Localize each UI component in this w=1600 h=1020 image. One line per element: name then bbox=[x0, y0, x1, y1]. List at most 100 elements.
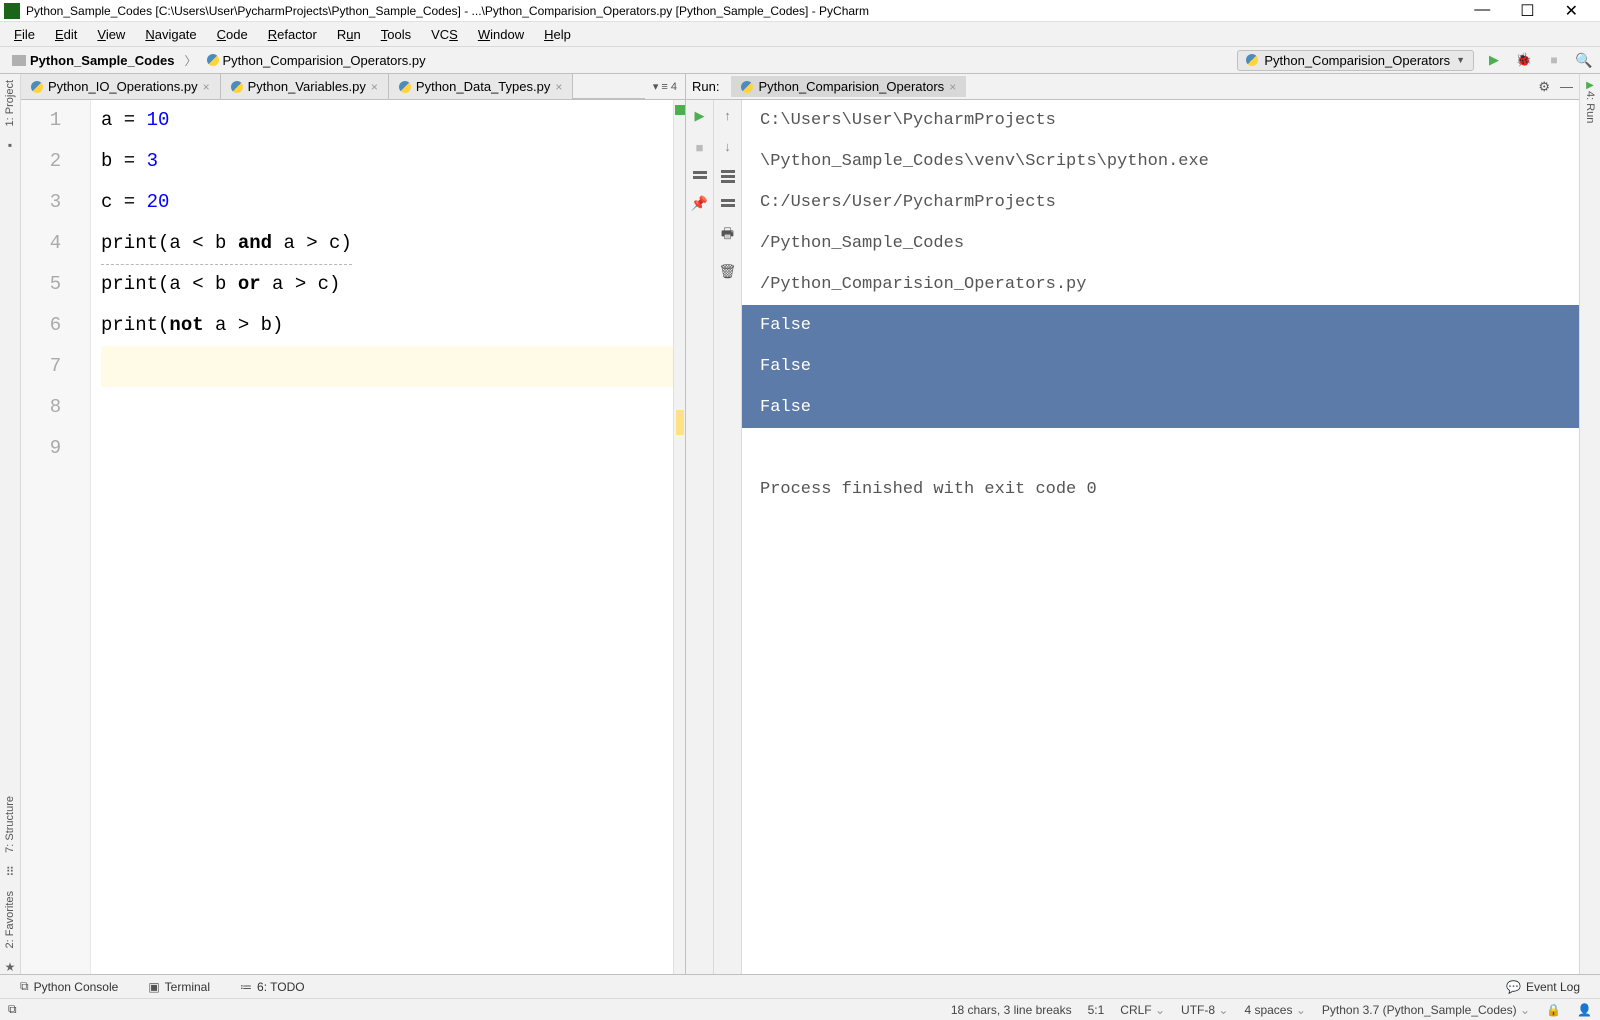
settings-icon[interactable]: ⚙ bbox=[1538, 79, 1550, 95]
error-stripe[interactable] bbox=[673, 100, 685, 974]
python-file-icon bbox=[399, 81, 411, 93]
down-stack-button[interactable]: ↓ bbox=[724, 139, 731, 154]
layout-icon[interactable] bbox=[693, 171, 707, 179]
console-exit-line: Process finished with exit code 0 bbox=[742, 469, 1579, 510]
code-editor[interactable]: 1 2 3 4 5 6 7 8 9 a = 10 b = 3 c = 20 pr… bbox=[21, 100, 685, 974]
todo-button[interactable]: ≔ 6: TODO bbox=[240, 980, 305, 994]
minimize-button[interactable]: — bbox=[1474, 1, 1490, 21]
close-tab-icon[interactable]: × bbox=[371, 80, 378, 94]
status-interpreter[interactable]: Python 3.7 (Python_Sample_Codes) ⌄ bbox=[1322, 1003, 1530, 1017]
folder-icon bbox=[12, 55, 26, 66]
debug-button[interactable]: 🐞 bbox=[1514, 50, 1534, 70]
menu-code[interactable]: Code bbox=[209, 24, 256, 45]
window-title: Python_Sample_Codes [C:\Users\User\Pycha… bbox=[26, 4, 1474, 18]
breadcrumb-file[interactable]: Python_Comparision_Operators.py bbox=[201, 51, 432, 70]
navigation-toolbar: Python_Sample_Codes 〉 Python_Comparision… bbox=[0, 47, 1600, 74]
menu-bar: File Edit View Navigate Code Refactor Ru… bbox=[0, 22, 1600, 47]
run-button[interactable]: ▶ bbox=[1484, 50, 1504, 70]
python-file-icon bbox=[207, 54, 219, 66]
tab-overflow-indicator[interactable]: ▾ ≡ 4 bbox=[645, 74, 685, 99]
editor-tab[interactable]: Python_Data_Types.py × bbox=[389, 74, 573, 99]
stop-button[interactable]: ■ bbox=[1544, 50, 1564, 70]
menu-vcs[interactable]: VCS bbox=[423, 24, 466, 45]
breadcrumb-project[interactable]: Python_Sample_Codes bbox=[6, 51, 181, 70]
project-tool-button[interactable]: 1: Project bbox=[4, 80, 16, 126]
run-left-toolbar: ▶ ■ 📌 bbox=[686, 100, 714, 974]
run-config-selector[interactable]: Python_Comparision_Operators ▼ bbox=[1237, 50, 1474, 71]
python-console-button[interactable]: ⧉ Python Console bbox=[20, 979, 118, 994]
structure-tool-button[interactable]: 7: Structure bbox=[4, 796, 16, 853]
favorites-tool-button[interactable]: 2: Favorites bbox=[4, 891, 16, 948]
editor-tab[interactable]: Python_Variables.py × bbox=[221, 74, 389, 99]
pycharm-icon bbox=[4, 3, 20, 19]
run-tab[interactable]: Python_Comparision_Operators × bbox=[731, 76, 966, 97]
editor-tab[interactable]: Python_IO_Operations.py × bbox=[21, 74, 221, 99]
stop-process-button[interactable]: ■ bbox=[696, 140, 704, 155]
balloon-icon: 💬 bbox=[1506, 980, 1521, 994]
run-body: ▶ ■ 📌 ↑ ↓ 🖶 🗑 C:\Users\Use bbox=[686, 100, 1579, 974]
menu-refactor[interactable]: Refactor bbox=[260, 24, 325, 45]
event-log-button[interactable]: 💬 Event Log bbox=[1506, 980, 1580, 994]
status-encoding[interactable]: UTF-8 ⌄ bbox=[1181, 1003, 1228, 1017]
search-everywhere-button[interactable]: 🔍 bbox=[1574, 50, 1594, 70]
lock-icon[interactable]: 🔒 bbox=[1546, 1003, 1561, 1017]
bottom-tool-stripe: ⧉ Python Console ▣ Terminal ≔ 6: TODO 💬 … bbox=[0, 974, 1600, 998]
close-button[interactable]: ✕ bbox=[1565, 1, 1578, 21]
close-tab-icon[interactable]: × bbox=[203, 80, 210, 94]
console-line: C:\Users\User\PycharmProjects bbox=[742, 100, 1579, 141]
breadcrumb-sep: 〉 bbox=[185, 52, 197, 69]
list-icon: ≔ bbox=[240, 980, 252, 994]
python-icon: ⧉ bbox=[20, 979, 29, 994]
menu-file[interactable]: File bbox=[6, 24, 43, 45]
up-stack-button[interactable]: ↑ bbox=[724, 108, 731, 123]
warning-marker[interactable] bbox=[676, 410, 684, 435]
menu-window[interactable]: Window bbox=[470, 24, 532, 45]
minimize-panel-icon[interactable]: — bbox=[1560, 79, 1573, 94]
pin-tab-button[interactable]: 📌 bbox=[691, 195, 708, 212]
editor-tabs: Python_IO_Operations.py × Python_Variabl… bbox=[21, 74, 685, 100]
run-tool-button[interactable]: 4: Run bbox=[1584, 91, 1596, 123]
soft-wrap-icon[interactable] bbox=[721, 170, 735, 183]
analysis-ok-marker bbox=[675, 105, 685, 115]
console-output-line: False bbox=[742, 305, 1579, 346]
menu-run[interactable]: Run bbox=[329, 24, 369, 45]
menu-tools[interactable]: Tools bbox=[373, 24, 419, 45]
python-icon bbox=[1246, 54, 1258, 66]
scroll-end-icon[interactable] bbox=[721, 199, 735, 207]
inspector-icon[interactable]: 👤 bbox=[1577, 1003, 1592, 1017]
menu-navigate[interactable]: Navigate bbox=[137, 24, 204, 45]
python-file-icon bbox=[31, 81, 43, 93]
terminal-button[interactable]: ▣ Terminal bbox=[148, 980, 210, 994]
editor-section: Python_IO_Operations.py × Python_Variabl… bbox=[21, 74, 686, 974]
menu-edit[interactable]: Edit bbox=[47, 24, 85, 45]
console-output[interactable]: C:\Users\User\PycharmProjects \Python_Sa… bbox=[742, 100, 1579, 974]
python-file-icon bbox=[231, 81, 243, 93]
console-line: /Python_Sample_Codes bbox=[742, 223, 1579, 264]
code-lines[interactable]: a = 10 b = 3 c = 20 print(a < b and a > … bbox=[91, 100, 673, 974]
folder-icon: ▪ bbox=[8, 138, 12, 152]
left-tool-stripe: 1: Project ▪ 7: Structure ⠿ 2: Favorites… bbox=[0, 74, 21, 974]
close-tab-icon[interactable]: × bbox=[949, 80, 956, 94]
maximize-button[interactable]: ☐ bbox=[1520, 1, 1534, 21]
status-bar: ⧉ 18 chars, 3 line breaks 5:1 CRLF ⌄ UTF… bbox=[0, 998, 1600, 1020]
close-tab-icon[interactable]: × bbox=[555, 80, 562, 94]
tool-windows-button[interactable]: ⧉ bbox=[8, 1002, 17, 1017]
clear-all-button[interactable]: 🗑 bbox=[719, 263, 737, 280]
console-line: C:/Users/User/PycharmProjects bbox=[742, 182, 1579, 223]
status-line-sep[interactable]: CRLF ⌄ bbox=[1120, 1003, 1165, 1017]
gutter-line-numbers: 1 2 3 4 5 6 7 8 9 bbox=[21, 100, 91, 974]
run-label: Run: bbox=[692, 79, 719, 94]
run-config-area: Python_Comparision_Operators ▼ ▶ 🐞 ■ 🔍 bbox=[1237, 50, 1594, 71]
menu-help[interactable]: Help bbox=[536, 24, 579, 45]
right-tool-stripe: ▶ 4: Run bbox=[1579, 74, 1600, 974]
menu-view[interactable]: View bbox=[89, 24, 133, 45]
python-icon bbox=[741, 81, 753, 93]
title-bar: Python_Sample_Codes [C:\Users\User\Pycha… bbox=[0, 0, 1600, 22]
console-output-line: False bbox=[742, 387, 1579, 428]
rerun-button[interactable]: ▶ bbox=[695, 108, 705, 124]
breadcrumb: Python_Sample_Codes 〉 Python_Comparision… bbox=[6, 51, 1237, 70]
status-indent[interactable]: 4 spaces ⌄ bbox=[1244, 1003, 1305, 1017]
status-position[interactable]: 5:1 bbox=[1088, 1003, 1105, 1017]
print-button[interactable]: 🖶 bbox=[721, 223, 734, 247]
console-line: \Python_Sample_Codes\venv\Scripts\python… bbox=[742, 141, 1579, 182]
